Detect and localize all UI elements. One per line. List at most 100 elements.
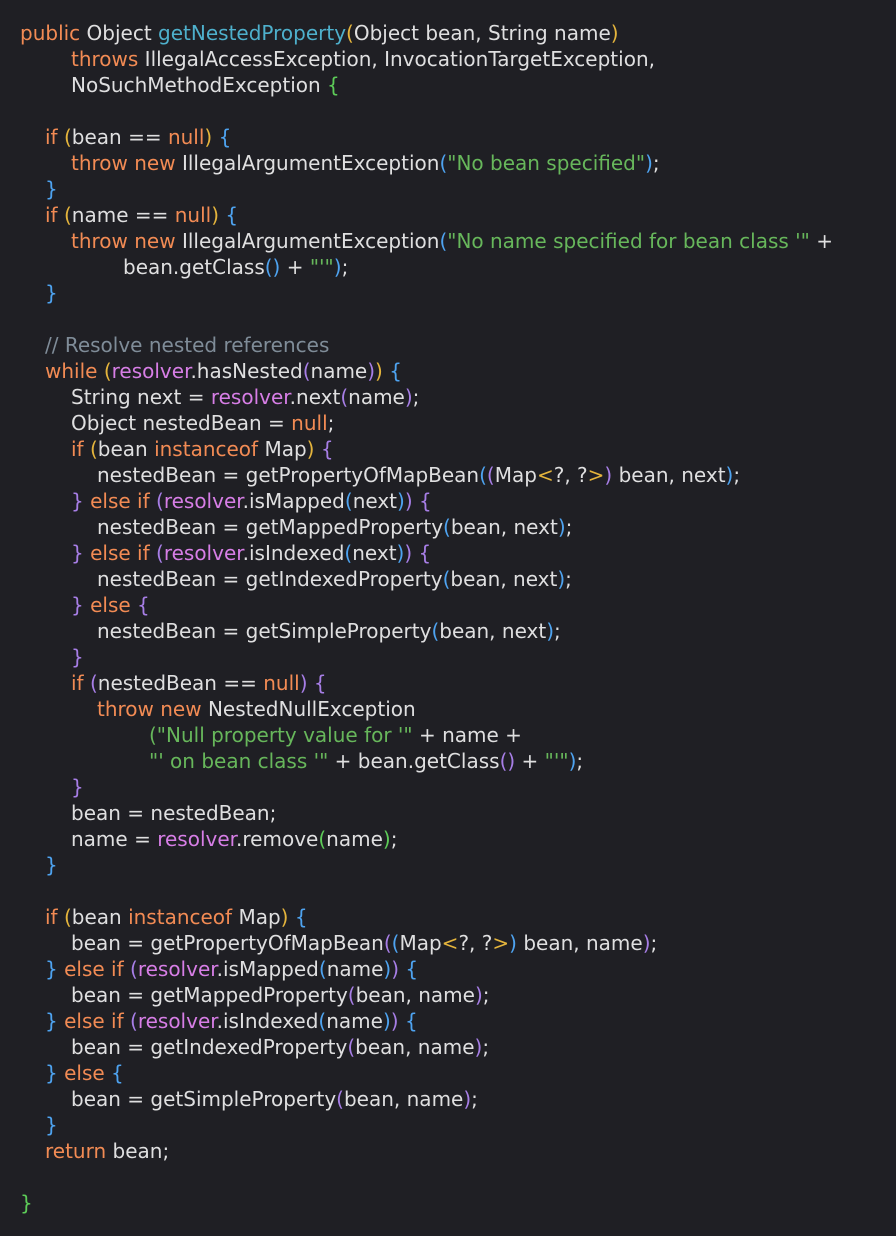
code-token: while [45, 359, 104, 383]
code-token: ; [554, 619, 561, 643]
code-token: } [45, 1061, 58, 1085]
code-token: ( [340, 385, 349, 409]
code-token: IllegalAccessException, InvocationTarget… [144, 47, 655, 71]
code-token: ) [390, 1009, 399, 1033]
code-token: ; [341, 255, 349, 279]
code-token: { [225, 203, 239, 227]
code-token: bean = getPropertyOfMapBean [71, 931, 384, 955]
code-token: > [587, 463, 605, 487]
code-token: ; [482, 983, 490, 1007]
code-token: getNestedProperty [158, 21, 347, 45]
code-token: ; [327, 411, 335, 435]
code-token: resolver [210, 385, 290, 409]
code-token: } [71, 645, 84, 669]
code-token: ) [509, 931, 517, 955]
code-line: bean = getPropertyOfMapBean((Map<?, ?>) … [20, 930, 896, 956]
code-token: nestedBean == [97, 671, 264, 695]
code-token: ( [63, 203, 72, 227]
code-token: ; [482, 1035, 490, 1059]
code-editor[interactable]: public Object getNestedProperty (Object b… [0, 0, 896, 1236]
code-token: nestedBean = getIndexedProperty [97, 567, 443, 591]
code-token: public [20, 21, 87, 45]
code-token: bean; [112, 1139, 170, 1163]
code-token: ) [404, 541, 413, 565]
code-token: resolver [137, 957, 217, 981]
code-token: resolver [111, 359, 191, 383]
code-token: ?, ? [553, 463, 588, 487]
code-token: Map [494, 463, 537, 487]
code-token: { [327, 73, 340, 97]
code-line: "' on bean class '" + bean.getClass() + … [20, 748, 896, 774]
code-token: } [45, 1009, 58, 1033]
code-token: bean, name [516, 931, 643, 955]
code-line: return bean; [20, 1138, 896, 1164]
code-line: } else if (resolver.isIndexed(name)) { [20, 1008, 896, 1034]
code-token: ) [382, 827, 391, 851]
code-line: } else { [20, 592, 896, 618]
code-token: Map [264, 437, 307, 461]
code-token: ; [733, 463, 741, 487]
code-token: .isMapped [242, 489, 345, 513]
code-token: bean = getIndexedProperty [71, 1035, 348, 1059]
code-token: () [499, 749, 516, 773]
code-line: if (bean == null) { [20, 124, 896, 150]
code-token: ( [63, 905, 72, 929]
code-token: { [137, 593, 150, 617]
code-token: } [71, 489, 84, 513]
code-token: } [45, 281, 58, 305]
code-token: if [45, 905, 64, 929]
code-line: nestedBean = getIndexedProperty(bean, ne… [20, 566, 896, 592]
code-token: else if [90, 489, 156, 513]
code-token: } [71, 775, 84, 799]
code-token: ) [375, 359, 383, 383]
code-token: ( [156, 541, 164, 565]
code-line: Object nestedBean = null; [20, 410, 896, 436]
code-token: NoSuchMethodException [71, 73, 328, 97]
code-token: ?, ? [458, 931, 493, 955]
code-token: } [45, 853, 58, 877]
code-token: ( [318, 827, 327, 851]
code-token: ) [546, 619, 555, 643]
code-token: ; [565, 567, 572, 591]
code-line: ("Null property value for '" + name + [20, 722, 896, 748]
code-token: throw new [97, 697, 208, 721]
code-token: ; [650, 931, 658, 955]
code-token: ) [557, 515, 566, 539]
code-token: Object [86, 21, 159, 45]
code-line: } [20, 280, 896, 306]
code-token: name == [71, 203, 175, 227]
code-token: { [320, 437, 334, 461]
code-token: nestedBean = getPropertyOfMapBean [97, 463, 480, 487]
code-token: ) [474, 983, 483, 1007]
code-token: "No name specified for bean class '" [447, 229, 810, 253]
code-token: else [64, 1061, 112, 1085]
code-line: while (resolver.hasNested(name)) { [20, 358, 896, 384]
code-token: ( [130, 957, 138, 981]
code-token: .isIndexed [216, 1009, 319, 1033]
code-token: } [71, 593, 84, 617]
code-token: else if [64, 957, 130, 981]
code-line: } else if (resolver.isMapped(name)) { [20, 956, 896, 982]
code-token: if [71, 671, 90, 695]
code-token: bean = getSimpleProperty [71, 1087, 337, 1111]
code-token: bean [71, 905, 129, 929]
code-line: } [20, 774, 896, 800]
code-token: Map [238, 905, 281, 929]
code-token: null [174, 203, 212, 227]
code-token: { [418, 541, 432, 565]
code-token: ( [383, 931, 392, 955]
code-token: instanceof [154, 437, 265, 461]
code-token: { [404, 1009, 418, 1033]
code-line: NoSuchMethodException { [20, 72, 896, 98]
code-token: return [45, 1139, 113, 1163]
code-token: ) [463, 1087, 472, 1111]
code-token: ) [367, 359, 376, 383]
code-token: .remove [236, 827, 319, 851]
code-token: + [515, 749, 545, 773]
code-token: ("Null property value for '" [149, 723, 413, 747]
code-line: bean = getIndexedProperty(bean, name); [20, 1034, 896, 1060]
code-token: IllegalArgumentException [181, 151, 440, 175]
code-token: bean = getMappedProperty [71, 983, 348, 1007]
code-token: .isMapped [216, 957, 319, 981]
